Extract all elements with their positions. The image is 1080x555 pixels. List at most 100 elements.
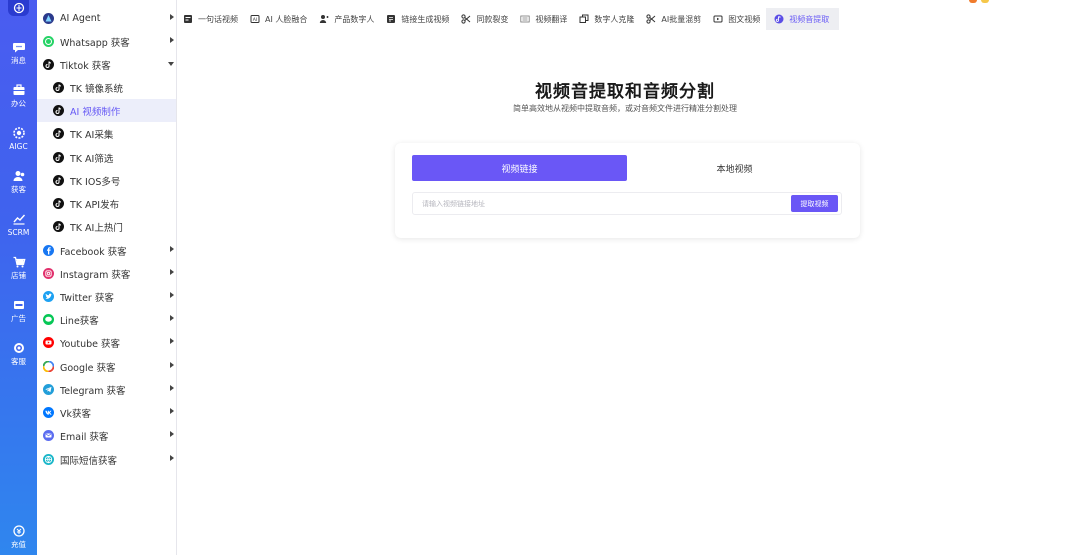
tab-video-translate[interactable]: 视频翻译 xyxy=(514,8,573,30)
tab-image-text-video[interactable]: 图文视频 xyxy=(707,8,766,30)
tiktok-icon xyxy=(53,175,64,186)
chevron-right-icon xyxy=(170,338,174,344)
chevron-right-icon xyxy=(170,269,174,275)
tab-label: AI批量混剪 xyxy=(661,14,702,24)
menu-subitem-tk-ios[interactable]: TK IOS多号 xyxy=(37,169,176,192)
tab-label: 视频音提取 xyxy=(789,14,830,24)
menu-label: Instagram 获客 xyxy=(60,269,131,281)
menu-item-youtube[interactable]: Youtube 获客 xyxy=(37,331,176,354)
chevron-right-icon xyxy=(170,292,174,298)
video-doc-icon xyxy=(183,14,193,24)
left-rail: 消息 办公 AIGC 获客 SCRM 店铺 广告 客服 充值 xyxy=(0,0,37,555)
menu-label: Facebook 获客 xyxy=(60,246,127,258)
menu-subitem-tk-collect[interactable]: TK AI采集 xyxy=(37,122,176,145)
menu-item-facebook[interactable]: Facebook 获客 xyxy=(37,239,176,262)
menu-item-instagram[interactable]: Instagram 获客 xyxy=(37,262,176,285)
support-icon xyxy=(13,342,24,353)
app-logo[interactable] xyxy=(8,0,29,16)
menu-item-telegram[interactable]: Telegram 获客 xyxy=(37,378,176,401)
menu-item-email[interactable]: Email 获客 xyxy=(37,424,176,447)
chat-icon xyxy=(12,42,25,53)
menu-label: Google 获客 xyxy=(60,362,116,374)
menu-label: Twitter 获客 xyxy=(60,292,114,304)
ads-icon xyxy=(13,300,24,309)
tiktok-icon xyxy=(53,221,64,232)
menu-subitem-tk-filter[interactable]: TK AI筛选 xyxy=(37,146,176,169)
tab-product-digital-human[interactable]: 产品数字人 xyxy=(313,8,380,30)
chevron-right-icon xyxy=(170,362,174,368)
menu-label: TK 镜像系统 xyxy=(70,83,124,95)
chevron-right-icon xyxy=(170,385,174,391)
rail-item-recharge[interactable]: 充值 xyxy=(0,516,37,555)
menu-label: TK AI筛选 xyxy=(70,153,114,165)
rail-label: 客服 xyxy=(11,356,26,366)
tab-label: 视频翻译 xyxy=(535,14,568,24)
rail-item-ads[interactable]: 广告 xyxy=(0,290,37,330)
tab-ai-face-fusion[interactable]: AI AI 人脸融合 xyxy=(244,8,313,30)
menu-item-twitter[interactable]: Twitter 获客 xyxy=(37,285,176,308)
image-video-icon xyxy=(713,14,723,24)
rail-item-scrm[interactable]: SCRM xyxy=(0,204,37,244)
tab-link-to-video[interactable]: 链接生成视频 xyxy=(380,8,455,30)
clone-icon xyxy=(579,14,589,24)
menu-item-vk[interactable]: Vk获客 xyxy=(37,401,176,424)
menu-subitem-tk-trending[interactable]: TK AI上热门 xyxy=(37,215,176,238)
chevron-right-icon xyxy=(170,246,174,252)
menu-item-line[interactable]: Line获客 xyxy=(37,308,176,331)
chevron-right-icon xyxy=(170,14,174,20)
menu-label: 国际短信获客 xyxy=(60,455,118,467)
menu-item-tiktok[interactable]: Tiktok 获客 xyxy=(37,53,176,76)
menu-label: Telegram 获客 xyxy=(60,385,126,397)
menu-subitem-tk-mirror[interactable]: TK 镜像系统 xyxy=(37,76,176,99)
tab-ai-batch-mix[interactable]: AI批量混剪 xyxy=(640,8,707,30)
menu-label: TK AI上热门 xyxy=(70,222,123,234)
video-link-tab[interactable]: 视频链接 xyxy=(412,155,627,181)
menu-item-ai-agent[interactable]: AI Agent xyxy=(37,7,176,30)
rail-label: SCRM xyxy=(7,227,30,237)
tab-label: AI 人脸融合 xyxy=(265,14,308,24)
users-icon xyxy=(13,170,24,181)
menu-label: TK API发布 xyxy=(70,199,120,211)
audio-extract-icon xyxy=(774,14,784,24)
feature-tabs: 一句话视频 AI AI 人脸融合 产品数字人 链接生成视频 同款裂变 视频翻译 … xyxy=(177,8,1080,30)
extract-video-button[interactable]: 提取视频 xyxy=(791,195,838,212)
menu-label: AI 视频制作 xyxy=(70,106,121,118)
rail-item-aigc[interactable]: AIGC xyxy=(0,118,37,158)
page-subtitle: 简单高效地从视频中提取音频，或对音频文件进行精准分割处理 xyxy=(513,104,737,113)
tab-label: 图文视频 xyxy=(728,14,761,24)
window-indicator xyxy=(981,0,989,3)
rail-item-acquire[interactable]: 获客 xyxy=(0,161,37,201)
rail-label: 办公 xyxy=(11,98,26,108)
rail-item-office[interactable]: 办公 xyxy=(0,75,37,115)
email-icon xyxy=(43,430,54,441)
translate-icon xyxy=(520,14,530,24)
menu-item-google[interactable]: Google 获客 xyxy=(37,355,176,378)
line-icon xyxy=(43,314,54,325)
menu-label: Youtube 获客 xyxy=(60,338,121,350)
chevron-down-icon xyxy=(168,62,174,66)
rail-label: 获客 xyxy=(11,184,26,194)
tiktok-icon xyxy=(53,82,64,93)
menu-item-whatsapp[interactable]: Whatsapp 获客 xyxy=(37,30,176,53)
local-video-tab[interactable]: 本地视频 xyxy=(627,155,842,181)
rail-label: 消息 xyxy=(11,55,26,65)
menu-item-sms[interactable]: 国际短信获客 xyxy=(37,448,176,471)
rail-item-support[interactable]: 客服 xyxy=(0,333,37,373)
recharge-icon xyxy=(12,525,25,537)
tab-label: 产品数字人 xyxy=(334,14,375,24)
tab-same-style-fission[interactable]: 同款裂变 xyxy=(455,8,514,30)
ai-agent-icon xyxy=(43,13,54,24)
logo-icon xyxy=(13,2,24,14)
tab-one-sentence-video[interactable]: 一句话视频 xyxy=(177,8,244,30)
tab-video-audio-extract[interactable]: 视频音提取 xyxy=(766,8,840,30)
window-indicator xyxy=(969,0,977,3)
menu-subitem-ai-video[interactable]: AI 视频制作 xyxy=(37,99,176,122)
rail-item-shop[interactable]: 店铺 xyxy=(0,247,37,287)
chevron-right-icon xyxy=(170,37,174,43)
chevron-right-icon xyxy=(170,455,174,461)
tab-digital-human-clone[interactable]: 数字人克隆 xyxy=(573,8,640,30)
rail-item-messages[interactable]: 消息 xyxy=(0,32,37,72)
menu-subitem-tk-api[interactable]: TK API发布 xyxy=(37,192,176,215)
video-url-input[interactable] xyxy=(413,193,791,214)
extract-card: 视频链接 本地视频 提取视频 xyxy=(395,143,860,238)
